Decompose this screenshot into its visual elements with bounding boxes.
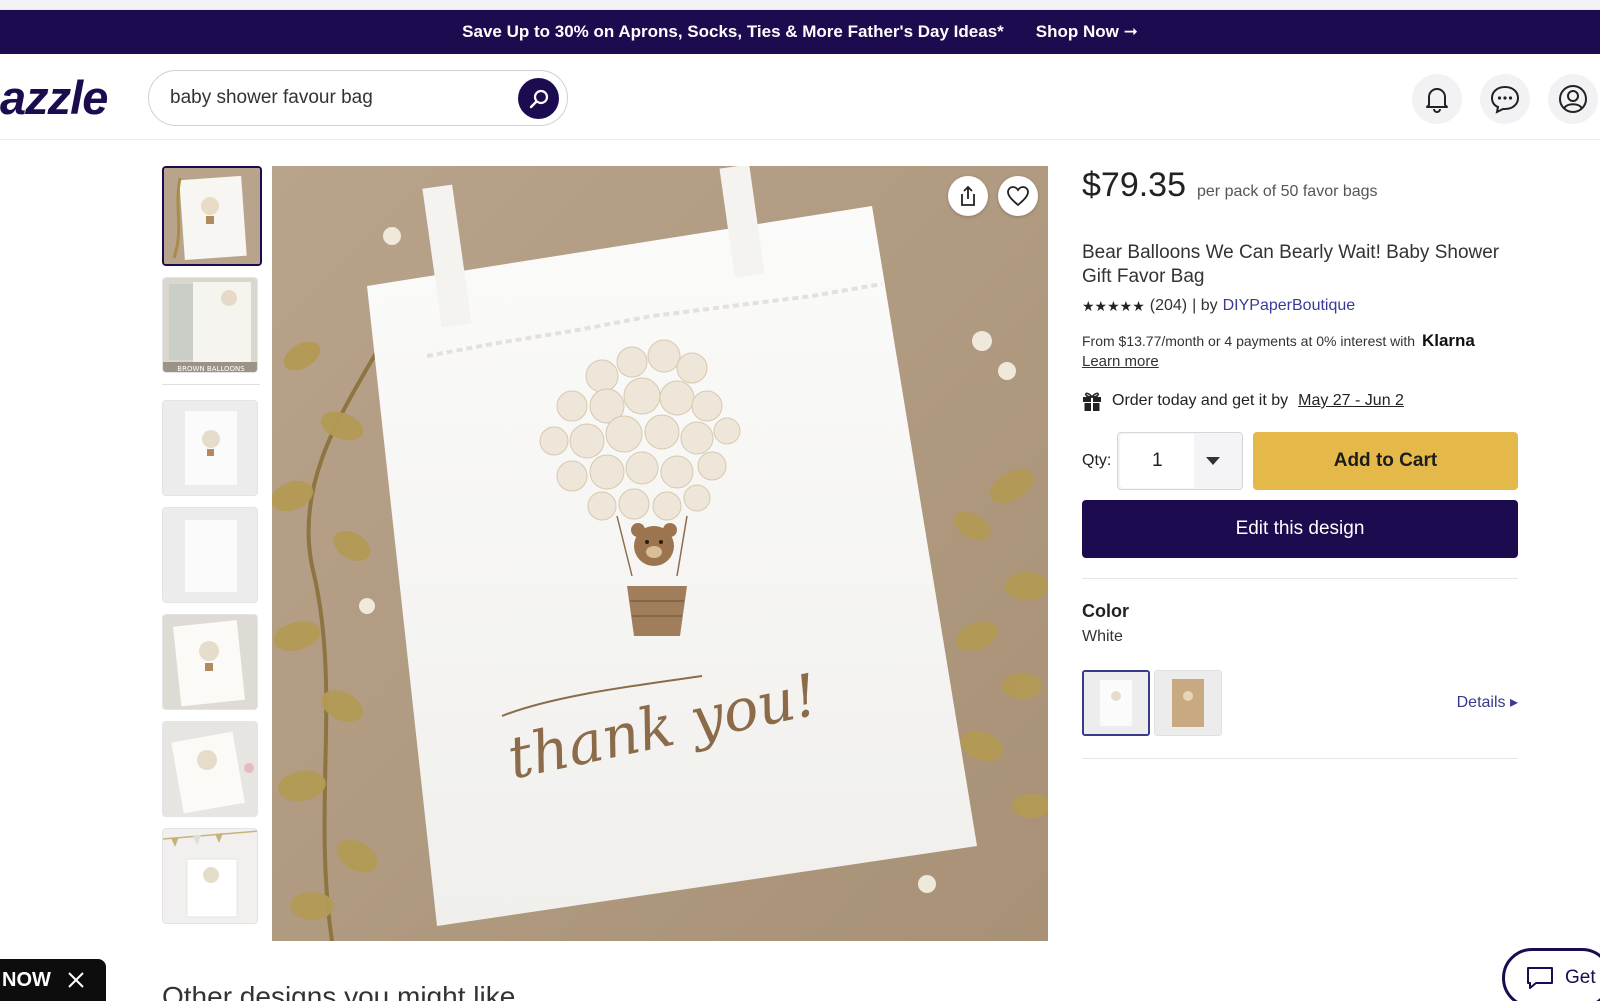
section-divider bbox=[1082, 758, 1518, 759]
promo-text: Save Up to 30% on Aprons, Socks, Ties & … bbox=[462, 22, 1004, 41]
price-row: $79.35 per pack of 50 favor bags bbox=[1082, 166, 1518, 205]
search-bar[interactable] bbox=[148, 70, 568, 126]
learn-more-link[interactable]: Learn more bbox=[1082, 352, 1159, 372]
chat-bubble-icon bbox=[1527, 967, 1553, 989]
account-button[interactable] bbox=[1548, 74, 1598, 124]
close-icon[interactable] bbox=[67, 971, 85, 989]
get-label: Get bbox=[1565, 967, 1596, 988]
promo-now-badge[interactable]: NOW bbox=[0, 959, 106, 1001]
delivery-estimate: Order today and get it by May 27 - Jun 2 bbox=[1082, 390, 1518, 412]
gift-icon bbox=[1083, 392, 1101, 411]
qty-label: Qty: bbox=[1082, 452, 1112, 469]
thumbnail-2[interactable]: BROWN BALLOONS bbox=[162, 277, 258, 373]
main-product-image[interactable]: thank you! bbox=[272, 166, 1048, 941]
product-price: $79.35 bbox=[1082, 166, 1186, 204]
details-link[interactable]: Details ▸ bbox=[1457, 692, 1518, 712]
thumbnail-caption: BROWN BALLOONS bbox=[177, 365, 245, 373]
thumbnail-image bbox=[163, 401, 257, 495]
quantity-row: Qty: 1 Add to Cart bbox=[1082, 432, 1518, 490]
search-input[interactable] bbox=[170, 87, 500, 109]
product-title: Bear Balloons We Can Bearly Wait! Baby S… bbox=[1082, 242, 1500, 287]
thumbnail-1[interactable] bbox=[162, 166, 262, 266]
color-title: Color bbox=[1082, 601, 1129, 621]
by-label: | by bbox=[1192, 297, 1218, 314]
search-icon bbox=[529, 89, 548, 108]
delivery-text: Order today and get it by bbox=[1112, 392, 1289, 409]
thumbnail-image: BROWN BALLOONS bbox=[163, 278, 257, 373]
thumbnail-image bbox=[163, 722, 257, 816]
color-section: Color White Details ▸ bbox=[1082, 601, 1518, 736]
caret-down-icon[interactable] bbox=[1205, 457, 1220, 465]
account-icon bbox=[1559, 85, 1587, 113]
product-details-panel: $79.35 per pack of 50 favor bags Bear Ba… bbox=[1082, 166, 1518, 759]
klarna-logo: Klarna bbox=[1421, 331, 1475, 350]
swatch-image bbox=[1155, 671, 1221, 735]
share-button[interactable] bbox=[948, 176, 988, 216]
chat-icon bbox=[1490, 85, 1520, 114]
delivery-date-link[interactable]: May 27 - Jun 2 bbox=[1298, 392, 1404, 410]
thumbnail-strip: BROWN BALLOONS bbox=[162, 166, 264, 935]
edit-design-button[interactable]: Edit this design bbox=[1082, 500, 1518, 558]
rating-row: ★★★★★ (204) | by DIYPaperBoutique bbox=[1082, 297, 1518, 315]
klarna-text: From $13.77/month or 4 payments at 0% in… bbox=[1082, 333, 1416, 349]
product-photo: thank you! bbox=[272, 166, 1048, 941]
thumbnail-4[interactable] bbox=[162, 507, 258, 603]
share-icon bbox=[961, 185, 975, 206]
seller-link[interactable]: DIYPaperBoutique bbox=[1223, 297, 1356, 315]
zazzle-logo[interactable]: azzle bbox=[0, 70, 108, 125]
thumbnail-image bbox=[163, 829, 257, 923]
promo-banner[interactable]: Save Up to 30% on Aprons, Socks, Ties & … bbox=[0, 10, 1600, 54]
swatch-kraft[interactable] bbox=[1154, 670, 1222, 736]
thumbnail-6[interactable] bbox=[162, 721, 258, 817]
thumbnail-divider bbox=[162, 384, 260, 385]
color-swatches: Details ▸ bbox=[1082, 670, 1518, 736]
klarna-financing: From $13.77/month or 4 payments at 0% in… bbox=[1082, 331, 1518, 372]
quantity-value[interactable]: 1 bbox=[1120, 434, 1195, 488]
selected-color: White bbox=[1082, 628, 1123, 645]
search-button[interactable] bbox=[518, 78, 559, 119]
thumbnail-image bbox=[163, 615, 257, 709]
thumbnail-3[interactable] bbox=[162, 400, 258, 496]
heart-icon bbox=[1007, 186, 1029, 207]
thumbnail-image bbox=[163, 508, 257, 602]
swatch-image bbox=[1084, 672, 1148, 734]
messages-button[interactable] bbox=[1480, 74, 1530, 124]
thumbnail-7[interactable] bbox=[162, 828, 258, 924]
notifications-button[interactable] bbox=[1412, 74, 1462, 124]
get-help-chat-button[interactable]: Get bbox=[1502, 948, 1600, 1001]
now-label: NOW bbox=[2, 968, 51, 991]
thumbnail-image bbox=[164, 168, 260, 264]
price-note: per pack of 50 favor bags bbox=[1197, 183, 1378, 200]
section-divider bbox=[1082, 578, 1518, 579]
thumbnail-5[interactable] bbox=[162, 614, 258, 710]
shop-now-link[interactable]: Shop Now ➞ bbox=[1036, 22, 1138, 42]
quantity-select[interactable]: 1 bbox=[1117, 432, 1243, 490]
review-count[interactable]: (204) bbox=[1150, 297, 1187, 315]
favorite-button[interactable] bbox=[998, 176, 1038, 216]
other-designs-heading: Other designs you might like bbox=[162, 981, 516, 1001]
site-header: azzle bbox=[0, 54, 1600, 140]
swatch-white[interactable] bbox=[1082, 670, 1150, 736]
rating-stars[interactable]: ★★★★★ bbox=[1082, 298, 1145, 315]
add-to-cart-button[interactable]: Add to Cart bbox=[1252, 432, 1518, 490]
browser-top-strip bbox=[0, 0, 1600, 10]
bell-icon bbox=[1426, 88, 1448, 113]
